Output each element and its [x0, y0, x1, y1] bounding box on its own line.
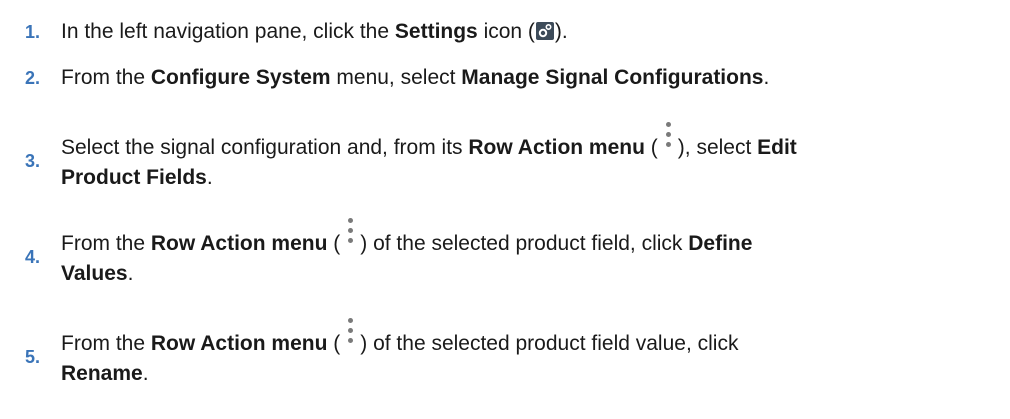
step-text: In the left navigation pane, click the S… — [61, 20, 568, 43]
settings-gear-icon — [535, 22, 554, 40]
step-text: Select the signal configuration and, fro… — [61, 114, 996, 193]
step-number: 3. — [25, 151, 41, 171]
row-action-kebab-icon — [658, 114, 678, 158]
step-text: From the Row Action menu () of the selec… — [61, 310, 996, 389]
step-number: 1. — [25, 22, 41, 42]
step-number: 5. — [25, 347, 41, 367]
step-text: From the Row Action menu () of the selec… — [61, 210, 996, 289]
step-text: From the Configure System menu, select M… — [61, 66, 770, 89]
row-action-kebab-icon — [340, 210, 360, 254]
step-number: 4. — [25, 247, 41, 267]
step-number: 2. — [25, 68, 41, 88]
row-action-kebab-icon — [340, 310, 360, 354]
